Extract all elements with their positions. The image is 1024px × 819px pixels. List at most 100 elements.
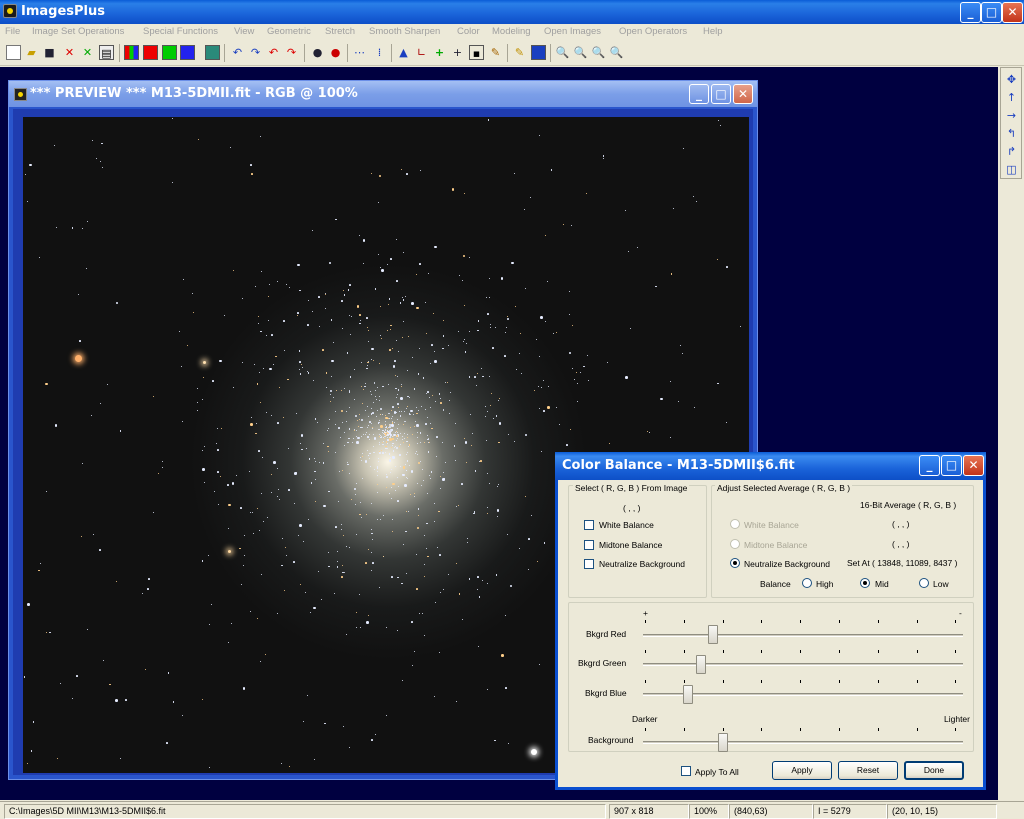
background-thumb[interactable] [718,733,728,752]
close-green-icon[interactable]: ✕ [80,45,95,60]
dialog-maximize-icon[interactable]: □ [941,455,962,476]
menu-help[interactable]: Help [703,26,723,37]
zoom-in-icon[interactable]: 🔍 [555,45,570,60]
reset-button[interactable]: Reset [838,761,898,780]
menu-stretch[interactable]: Stretch [325,26,355,37]
star [260,573,262,575]
star [49,631,51,634]
close-red-icon[interactable]: ✕ [62,45,77,60]
app-title-bar[interactable]: ImagesPlus _ □ ✕ [0,0,1024,24]
save-icon[interactable]: ■ [42,45,57,60]
balance-high-radio[interactable] [802,578,812,588]
slider-tick [761,650,763,653]
pencil-icon[interactable]: ✎ [512,45,527,60]
mosaic-icon[interactable] [531,45,546,60]
bkgrd-blue-thumb[interactable] [682,685,693,704]
balance-mid-radio[interactable] [860,578,870,588]
bkgrd-red-thumb[interactable] [708,625,719,644]
apply-button[interactable]: Apply [772,761,832,780]
rotate-right-icon[interactable]: ↱ [1004,144,1019,159]
done-button[interactable]: Done [904,761,964,780]
dialog-minimize-icon[interactable]: _ [919,455,940,476]
red-channel-icon[interactable] [143,45,158,60]
preview-title-bar[interactable]: *** PREVIEW *** M13-5DMII.fit - RGB @ 10… [9,81,757,107]
adjust-white-balance-radio[interactable] [730,519,740,529]
star [109,683,111,686]
blue-channel-icon[interactable] [180,45,195,60]
neutralize-background-checkbox[interactable] [584,559,594,569]
circle-dark-icon[interactable]: ● [310,45,325,60]
menu-geometric[interactable]: Geometric [267,26,311,37]
frame-icon[interactable]: ▪ [469,45,484,60]
star [397,389,400,391]
slider-tick [839,728,840,731]
redo-icon[interactable]: ↷ [248,45,263,60]
open-folder-icon[interactable]: ▰ [24,45,39,60]
menu-smooth-sharpen[interactable]: Smooth Sharpen [369,26,440,37]
preview-close-icon[interactable]: ✕ [733,84,753,104]
adjust-neutralize-background-radio[interactable] [730,558,740,568]
menu-image-set-operations[interactable]: Image Set Operations [32,26,124,37]
menu-file[interactable]: File [5,26,20,37]
slider-tick [761,728,763,731]
arrow-right-icon[interactable]: → [1004,108,1019,123]
redo-red-icon[interactable]: ↷ [284,45,299,60]
zoom-actual-icon[interactable]: 🔍 [609,45,624,60]
star [53,144,55,146]
apply-to-all-checkbox[interactable] [681,766,691,776]
crosshair-icon[interactable]: + [450,45,465,60]
star [349,472,351,474]
plus-green-icon[interactable]: + [432,45,447,60]
dots-alt-icon[interactable]: ⁞ [372,45,387,60]
grid-icon[interactable] [205,45,220,60]
adjust-midtone-balance-radio[interactable] [730,539,740,549]
menu-open-images[interactable]: Open Images [544,26,601,37]
triangle-icon[interactable]: ▲ [396,45,411,60]
histogram-icon[interactable]: ∟ [414,45,429,60]
close-icon[interactable]: ✕ [1002,2,1023,23]
arrow-up-icon[interactable]: ↑ [1004,90,1019,105]
minimize-icon[interactable]: _ [960,2,981,23]
zoom-fit-icon[interactable]: 🔍 [591,45,606,60]
new-file-icon[interactable] [6,45,21,60]
star [625,376,628,379]
rgb-bars-icon[interactable] [124,45,139,60]
star [442,478,445,481]
print-icon[interactable]: ▤ [99,45,114,60]
dialog-title-bar[interactable]: Color Balance - M13-5DMII$6.fit _ □ ✕ [555,452,986,480]
menu-open-operators[interactable]: Open Operators [619,26,687,37]
star [385,715,387,717]
bkgrd-green-track[interactable] [643,663,963,666]
midtone-balance-checkbox[interactable] [584,540,594,550]
star [524,288,526,290]
white-balance-checkbox[interactable] [584,520,594,530]
zoom-out-icon[interactable]: 🔍 [573,45,588,60]
star [298,368,300,370]
undo-red-icon[interactable]: ↶ [266,45,281,60]
preview-minimize-icon[interactable]: _ [689,84,709,104]
background-track[interactable] [643,741,963,744]
undo-icon[interactable]: ↶ [230,45,245,60]
preview-maximize-icon[interactable]: □ [711,84,731,104]
star [396,499,399,502]
pencil-chart-icon[interactable]: ✎ [488,45,503,60]
flip-icon[interactable]: ◫ [1004,162,1019,177]
balance-low-radio[interactable] [919,578,929,588]
green-channel-icon[interactable] [162,45,177,60]
bkgrd-green-thumb[interactable] [695,655,706,674]
maximize-icon[interactable]: □ [981,2,1002,23]
circle-red-icon[interactable]: ● [328,45,343,60]
dots-icon[interactable]: ⋯ [352,45,367,60]
menu-color[interactable]: Color [457,26,480,37]
star [343,725,345,727]
bkgrd-red-track[interactable] [643,634,963,637]
menu-special-functions[interactable]: Special Functions [143,26,218,37]
star [646,431,648,433]
rotate-left-icon[interactable]: ↰ [1004,126,1019,141]
star [423,634,425,636]
menu-view[interactable]: View [234,26,254,37]
dialog-close-icon[interactable]: ✕ [963,455,984,476]
menu-modeling[interactable]: Modeling [492,26,531,37]
star [241,361,243,363]
move-arrows-icon[interactable]: ✥ [1004,72,1019,87]
